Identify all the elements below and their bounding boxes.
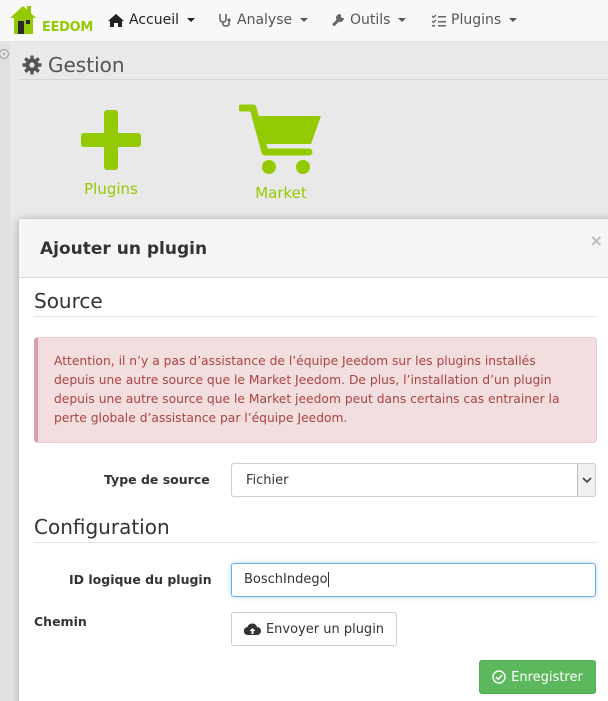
plus-icon xyxy=(81,110,141,170)
divider xyxy=(34,542,597,543)
path-label: Chemin xyxy=(34,614,87,629)
home-icon xyxy=(108,13,124,27)
chevron-down-icon xyxy=(300,18,309,22)
plugins-tile[interactable]: Plugins xyxy=(76,108,146,198)
nav-outils-label: Outils xyxy=(350,12,391,28)
check-circle-icon xyxy=(492,670,506,684)
source-type-label: Type de source xyxy=(104,472,210,487)
select-arrow[interactable] xyxy=(577,464,595,496)
chevron-down-icon xyxy=(187,18,195,22)
chevron-down-icon xyxy=(398,18,407,22)
page-title: Gestion xyxy=(22,53,125,77)
page-title-text: Gestion xyxy=(48,53,125,77)
nav-accueil-label: Accueil xyxy=(129,12,179,28)
text-cursor xyxy=(327,572,329,587)
close-icon[interactable]: × xyxy=(590,231,603,250)
logo-text: EEDOM xyxy=(42,20,94,35)
market-tile[interactable]: Market xyxy=(237,104,324,202)
nav-outils[interactable]: Outils xyxy=(331,12,407,28)
upload-plugin-label: Envoyer un plugin xyxy=(265,621,385,637)
source-section-title: Source xyxy=(34,289,103,313)
chevron-down-icon xyxy=(509,18,518,22)
cloud-upload-icon xyxy=(243,623,261,635)
top-navbar: EEDOM Accueil Analyse Outils Plugins xyxy=(0,0,608,42)
nav-accueil[interactable]: Accueil xyxy=(108,12,195,28)
house-logo-icon xyxy=(10,6,36,34)
modal-title: Ajouter un plugin xyxy=(40,239,208,259)
divider xyxy=(34,316,597,317)
chevron-down-icon xyxy=(581,476,592,483)
source-type-value: Fichier xyxy=(246,473,289,488)
tasks-icon xyxy=(432,14,446,26)
jeedom-logo[interactable]: EEDOM xyxy=(9,5,93,35)
shopping-cart-icon xyxy=(237,104,321,174)
wrench-icon xyxy=(332,14,344,27)
configuration-section-title: Configuration xyxy=(34,515,170,539)
save-button[interactable]: Enregistrer xyxy=(479,660,596,694)
sidebar-collapsed xyxy=(0,43,10,701)
gear-icon xyxy=(22,55,42,75)
nav-analyse[interactable]: Analyse xyxy=(218,12,309,28)
nav-analyse-label: Analyse xyxy=(237,12,293,28)
stethoscope-icon xyxy=(219,14,231,27)
add-plugin-modal: Ajouter un plugin × Source Attention, il… xyxy=(18,218,608,701)
plugin-id-value: BoschIndego xyxy=(244,572,328,587)
upload-plugin-button[interactable]: Envoyer un plugin xyxy=(231,612,397,646)
nav-plugins[interactable]: Plugins xyxy=(432,12,518,28)
divider xyxy=(20,79,608,80)
market-tile-label: Market xyxy=(255,184,307,202)
source-type-select[interactable]: Fichier xyxy=(231,463,596,497)
plugin-id-label: ID logique du plugin xyxy=(69,572,212,587)
nav-plugins-label: Plugins xyxy=(451,12,502,28)
warning-alert: Attention, il n’y a pas d’assistance de … xyxy=(34,337,597,443)
plugin-id-input[interactable]: BoschIndego xyxy=(231,563,596,597)
plugins-tile-label: Plugins xyxy=(84,180,138,198)
modal-header: Ajouter un plugin × xyxy=(19,219,608,278)
save-label: Enregistrer xyxy=(511,669,583,685)
